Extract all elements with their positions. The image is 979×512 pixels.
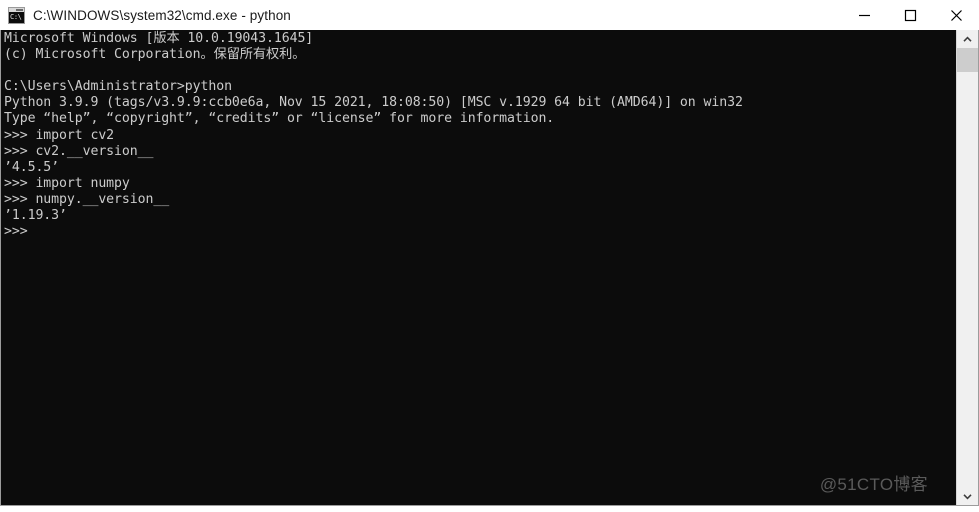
page-background-strip [0, 506, 979, 512]
cmd-console-icon: C:\ [8, 6, 25, 24]
icon-titlebar-stripe [9, 7, 24, 12]
minimize-button[interactable] [841, 0, 887, 30]
watermark-label: @51CTO博客 [819, 475, 928, 494]
scrollbar-thumb[interactable] [957, 48, 978, 72]
scroll-down-button[interactable] [957, 487, 978, 505]
scroll-down-icon [963, 493, 972, 500]
console-output-area[interactable]: Microsoft Windows [版本 10.0.19043.1645] (… [1, 30, 956, 505]
scroll-up-icon [963, 35, 972, 42]
window-title: C:\WINDOWS\system32\cmd.exe - python [33, 7, 291, 23]
close-icon [950, 9, 962, 21]
cmd-window: C:\ C:\WINDOWS\system32\cmd.exe - python [0, 0, 979, 506]
scrollbar-track[interactable] [957, 48, 978, 487]
maximize-icon [904, 9, 916, 21]
console-text: Microsoft Windows [版本 10.0.19043.1645] (… [4, 31, 743, 240]
window-titlebar[interactable]: C:\ C:\WINDOWS\system32\cmd.exe - python [0, 0, 979, 31]
maximize-button[interactable] [887, 0, 933, 30]
minimize-icon [858, 14, 870, 16]
close-button[interactable] [933, 0, 979, 30]
vertical-scrollbar[interactable] [956, 30, 978, 505]
window-controls [841, 0, 979, 30]
icon-prompt-glyph: C:\ [10, 12, 22, 21]
console-client-area: Microsoft Windows [版本 10.0.19043.1645] (… [0, 30, 979, 506]
scroll-up-button[interactable] [957, 30, 978, 48]
